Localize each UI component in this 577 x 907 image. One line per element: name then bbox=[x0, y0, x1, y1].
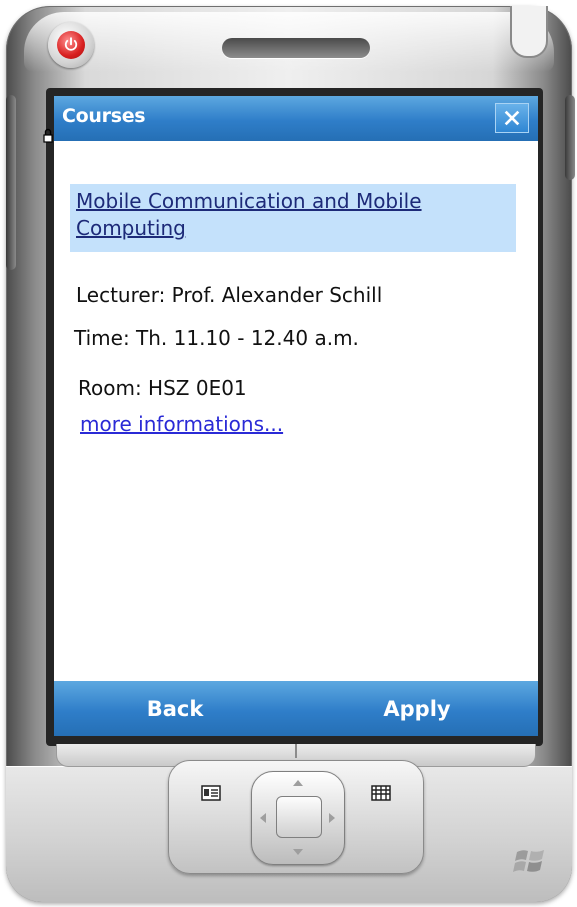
calendar-icon bbox=[371, 785, 391, 801]
course-details: Mobile Communication and Mobile Computin… bbox=[54, 141, 538, 681]
dpad-up-arrow-icon[interactable] bbox=[293, 780, 303, 786]
title-bar: Courses bbox=[54, 96, 538, 141]
lock-icon bbox=[43, 128, 53, 143]
power-button[interactable] bbox=[48, 22, 94, 68]
lecturer-text: Lecturer: Prof. Alexander Schill bbox=[76, 283, 383, 307]
hardware-keypad bbox=[168, 760, 424, 874]
softkey-bar: Back Apply bbox=[54, 681, 538, 736]
left-side-grip bbox=[6, 95, 16, 270]
dpad-left-arrow-icon[interactable] bbox=[260, 813, 266, 823]
hardware-bar-divider bbox=[295, 744, 297, 758]
right-hardware-key[interactable] bbox=[361, 779, 401, 807]
dpad-icon[interactable] bbox=[251, 771, 345, 865]
close-button[interactable] bbox=[495, 103, 529, 133]
close-icon bbox=[504, 110, 520, 126]
window-title: Courses bbox=[62, 105, 146, 127]
course-item-highlight[interactable]: Mobile Communication and Mobile Computin… bbox=[70, 184, 516, 252]
time-text: Time: Th. 11.10 - 12.40 a.m. bbox=[74, 326, 359, 350]
device-screen: Courses Mobile Communication and Mobile … bbox=[54, 96, 538, 736]
course-name-link[interactable]: Mobile Communication and Mobile Computin… bbox=[76, 188, 506, 242]
contacts-icon bbox=[201, 785, 221, 801]
back-softkey[interactable]: Back bbox=[54, 681, 296, 736]
more-informations-link[interactable]: more informations... bbox=[80, 412, 283, 436]
stylus-slot bbox=[510, 6, 548, 58]
dpad-center-button[interactable] bbox=[276, 796, 322, 838]
power-icon bbox=[57, 31, 85, 59]
dpad-down-arrow-icon[interactable] bbox=[293, 849, 303, 855]
windows-logo-icon bbox=[513, 850, 544, 872]
dpad-right-arrow-icon[interactable] bbox=[329, 813, 335, 823]
apply-softkey[interactable]: Apply bbox=[296, 681, 538, 736]
speaker-grille bbox=[222, 38, 370, 58]
left-hardware-key[interactable] bbox=[191, 779, 231, 807]
room-text: Room: HSZ 0E01 bbox=[78, 376, 247, 400]
right-side-grip bbox=[565, 95, 575, 180]
